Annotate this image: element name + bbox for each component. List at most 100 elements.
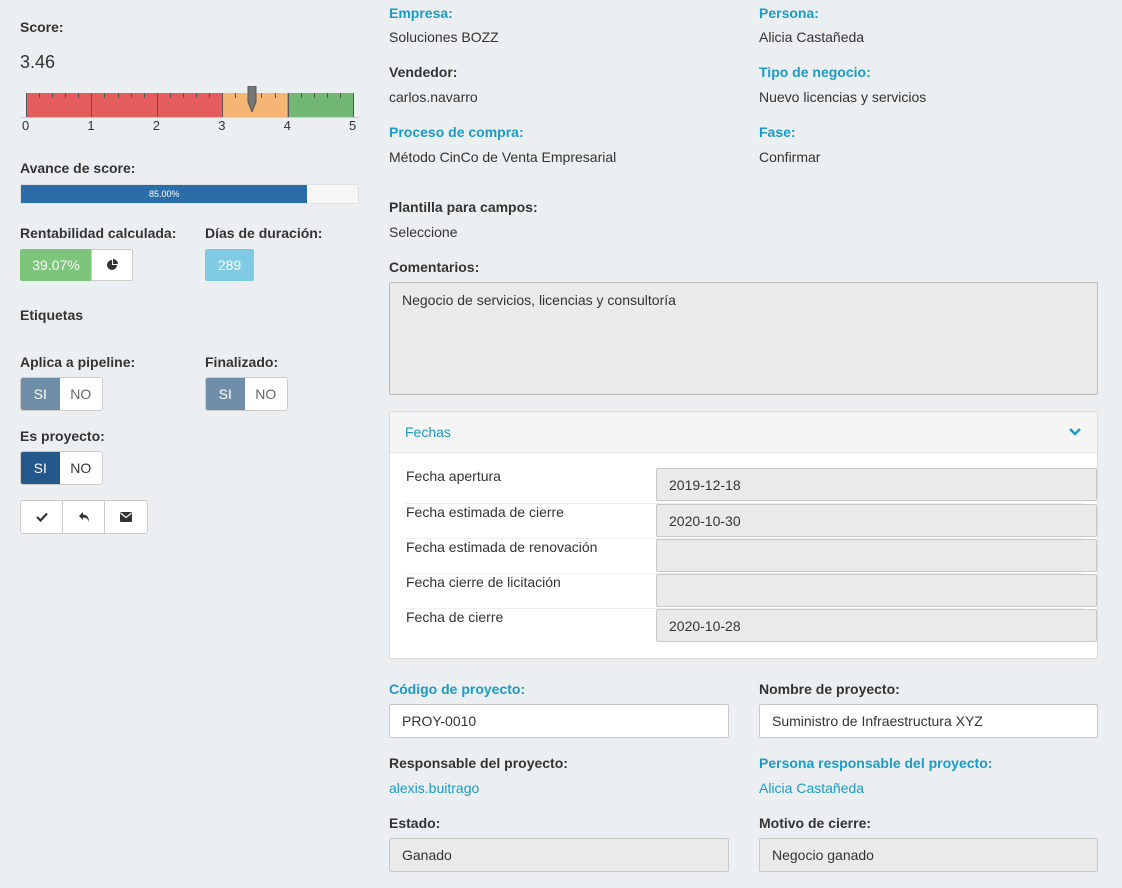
fecha-label: Fecha estimada de renovación [406,539,598,555]
vendedor-label: Vendedor: [389,64,458,80]
gauge-tick [117,93,119,98]
fecha-row: Fecha estimada de renovación [405,538,1097,573]
envelope-icon [120,512,132,522]
gauge-tick [261,93,263,98]
fecha-field[interactable]: 2020-10-30 [656,504,1097,537]
gauge-tick-label: 0 [22,118,30,133]
pipeline-no[interactable]: NO [60,378,102,410]
motivo-cierre-label: Motivo de cierre: [759,815,872,831]
gauge-tick-label: 1 [87,118,95,133]
codigo-proyecto-label: Código de proyecto: [389,681,526,697]
dias-label: Días de duración: [205,225,323,241]
check-icon [35,512,48,522]
fechas-panel: Fechas Fecha apertura 2019-12-18 Fecha e… [389,411,1098,659]
proyecto-toggle[interactable]: SI NO [20,451,103,485]
tipo-negocio-label: Tipo de negocio: [759,64,871,80]
score-gauge [26,93,353,117]
gauge-tick [313,93,315,98]
fecha-field[interactable]: 2019-12-18 [656,468,1097,501]
plantilla-value[interactable]: Seleccione [389,224,458,240]
fase-label: Fase: [759,124,796,140]
proceso-compra-label: Proceso de compra: [389,124,524,140]
gauge-tick [300,93,302,98]
gauge-tick [65,93,67,98]
email-button[interactable] [105,501,147,533]
rentabilidad-value: 39.07% [20,249,92,281]
gauge-tick [156,93,158,117]
gauge-tick [169,93,171,98]
gauge-tick [222,93,224,117]
gauge-tick [143,93,145,98]
pipeline-si[interactable]: SI [21,378,60,410]
fase-value: Confirmar [759,149,821,165]
gauge-tick [326,93,328,98]
chevron-down-icon[interactable] [1068,427,1082,437]
nombre-proyecto-input[interactable]: Suministro de Infraestructura XYZ [759,704,1098,738]
fechas-title: Fechas [405,424,451,440]
gauge-tick [78,93,80,98]
gauge-segment-high [287,93,353,117]
gauge-tick [274,93,276,98]
gauge-tick [339,93,341,98]
action-button-group [20,500,148,534]
rentabilidad-label: Rentabilidad calculada: [20,225,177,241]
score-progress: 85.00% [20,184,359,204]
finalizado-toggle[interactable]: SI NO [205,377,288,411]
fecha-field[interactable] [656,574,1097,607]
gauge-tick [235,93,237,98]
finalizado-label: Finalizado: [205,354,279,370]
fecha-field[interactable] [656,539,1097,572]
gauge-tick [52,93,54,98]
pipeline-toggle[interactable]: SI NO [20,377,103,411]
reply-icon [78,512,89,522]
responsable-link[interactable]: alexis.buitrago [389,780,479,796]
reply-button[interactable] [63,501,105,533]
gauge-tick [39,93,41,98]
progress-bar-fill: 85.00% [21,185,308,203]
persona-responsable-label: Persona responsable del proyecto: [759,755,993,771]
proyecto-si[interactable]: SI [21,452,60,484]
finalizado-si[interactable]: SI [206,378,245,410]
proyecto-no[interactable]: NO [60,452,102,484]
gauge-needle [247,86,257,112]
nombre-proyecto-label: Nombre de proyecto: [759,681,900,697]
fecha-label: Fecha cierre de licitación [406,574,561,590]
gauge-tick [182,93,184,98]
gauge-tick [26,93,27,117]
motivo-cierre-field[interactable]: Negocio ganado [759,838,1098,872]
etiquetas-label: Etiquetas [20,307,84,323]
gauge-tick [91,93,93,117]
persona-responsable-link[interactable]: Alicia Castañeda [759,780,864,796]
gauge-tick-label: 2 [152,118,161,133]
fecha-row: Fecha cierre de licitación [405,573,1097,608]
proyecto-label: Es proyecto: [20,428,105,444]
pie-chart-icon [107,259,118,270]
fecha-label: Fecha de cierre [406,609,504,625]
fecha-label: Fecha apertura [406,468,501,484]
fecha-label: Fecha estimada de cierre [406,504,564,520]
fechas-panel-header[interactable]: Fechas [390,412,1097,453]
gauge-tick [104,93,106,98]
gauge-tick [196,93,198,98]
finalizado-no[interactable]: NO [245,378,287,410]
empresa-label: Empresa: [389,5,453,21]
vendedor-value: carlos.navarro [389,89,478,105]
comentarios-textarea[interactable]: Negocio de servicios, licencias y consul… [389,282,1098,395]
fecha-row: Fecha apertura 2019-12-18 [405,468,1097,503]
persona-value: Alicia Castañeda [759,29,865,45]
pipeline-label: Aplica a pipeline: [20,354,136,370]
codigo-proyecto-input[interactable]: PROY-0010 [389,704,729,738]
estado-label: Estado: [389,815,441,831]
gauge-tick-label: 5 [349,118,357,133]
gauge-baseline [20,117,359,118]
estado-field[interactable]: Ganado [389,838,729,872]
fecha-field[interactable]: 2020-10-28 [656,609,1097,642]
progress-label: Avance de score: [20,160,136,176]
gauge-tick [209,93,211,98]
gauge-tick [287,93,289,117]
gauge-tick [130,93,132,98]
rentabilidad-chart-button[interactable] [91,249,133,281]
confirm-button[interactable] [21,501,63,533]
dias-value: 289 [205,249,254,281]
gauge-tick-label: 3 [218,118,226,133]
